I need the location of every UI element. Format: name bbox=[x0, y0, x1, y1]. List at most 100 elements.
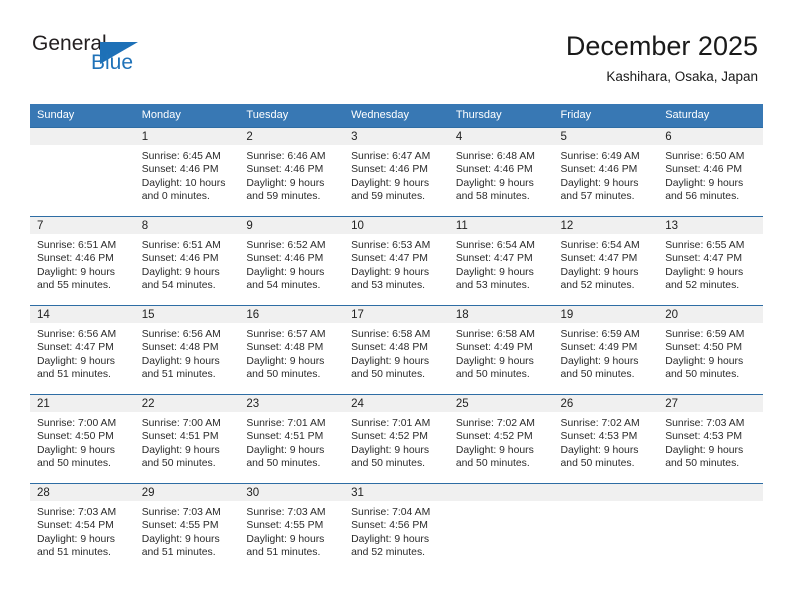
sunrise-text: Sunrise: 6:56 AM bbox=[141, 329, 221, 340]
sunrise-text: Sunrise: 7:04 AM bbox=[351, 507, 431, 518]
day-cell[interactable]: 31 Sunrise: 7:04 AM Sunset: 4:56 PM Dayligh… bbox=[344, 483, 449, 572]
day-number: 22 bbox=[141, 398, 155, 410]
daylight-text-line1: Daylight: 9 hours bbox=[351, 177, 430, 189]
day-cell[interactable]: 4 Sunrise: 6:48 AM Sunset: 4:46 PM Daylight… bbox=[448, 127, 554, 216]
daylight-text-line2: and 51 minutes. bbox=[37, 547, 111, 559]
daylight-text-line1: Daylight: 9 hours bbox=[665, 266, 744, 278]
day-sun-info: Sunrise: 6:51 AM Sunset: 4:46 PM Daylight:… bbox=[30, 234, 135, 293]
day-number: 8 bbox=[141, 220, 149, 232]
day-cell[interactable]: 16 Sunrise: 6:57 AM Sunset: 4:48 PM Dayligh… bbox=[239, 305, 345, 394]
sunrise-text: Sunrise: 6:58 AM bbox=[351, 329, 431, 340]
daylight-text-line1: Daylight: 9 hours bbox=[560, 266, 639, 278]
day-sun-info: Sunrise: 6:56 AM Sunset: 4:48 PM Daylight:… bbox=[135, 323, 240, 382]
sunset-text: Sunset: 4:53 PM bbox=[560, 431, 638, 443]
day-cell[interactable]: 8 Sunrise: 6:51 AM Sunset: 4:46 PM Daylight… bbox=[134, 216, 240, 305]
day-number: 6 bbox=[665, 131, 672, 143]
day-cell[interactable]: 18 Sunrise: 6:58 AM Sunset: 4:49 PM Dayligh… bbox=[448, 305, 554, 394]
sunset-text: Sunset: 4:50 PM bbox=[37, 431, 114, 443]
day-cell[interactable]: 28 Sunrise: 7:03 AM Sunset: 4:54 PM Dayligh… bbox=[30, 483, 135, 572]
calendar-day-cell: 4 Sunrise: 6:48 AM Sunset: 4:46 PM Daylight… bbox=[448, 127, 554, 216]
sunset-text: Sunset: 4:46 PM bbox=[351, 164, 428, 176]
day-number-band: 25 bbox=[448, 395, 554, 412]
daylight-text-line1: Daylight: 10 hours bbox=[141, 177, 226, 189]
day-cell[interactable]: 15 Sunrise: 6:56 AM Sunset: 4:48 PM Dayligh… bbox=[134, 305, 240, 394]
daylight-text-line1: Daylight: 9 hours bbox=[455, 177, 534, 189]
day-cell[interactable]: 20 Sunrise: 6:59 AM Sunset: 4:50 PM Dayligh… bbox=[658, 305, 763, 394]
day-number-band: 8 bbox=[134, 217, 240, 234]
day-cell[interactable]: 19 Sunrise: 6:59 AM Sunset: 4:49 PM Dayligh… bbox=[553, 305, 659, 394]
generalblue-logo[interactable]: General Blue bbox=[32, 32, 192, 80]
sunrise-text: Sunrise: 7:00 AM bbox=[37, 418, 117, 429]
day-cell[interactable]: 1 Sunrise: 6:45 AM Sunset: 4:46 PM Daylight… bbox=[134, 127, 240, 216]
day-number-band: 28 bbox=[30, 484, 135, 501]
day-cell[interactable]: 27 Sunrise: 7:03 AM Sunset: 4:53 PM Dayligh… bbox=[658, 394, 763, 483]
calendar-day-cell bbox=[658, 483, 763, 572]
logo-text-blue: Blue bbox=[91, 51, 134, 74]
day-number: 16 bbox=[246, 309, 260, 321]
daylight-text-line2: and 50 minutes. bbox=[455, 458, 530, 470]
day-cell[interactable]: 2 Sunrise: 6:46 AM Sunset: 4:46 PM Daylight… bbox=[239, 127, 345, 216]
day-sun-info: Sunrise: 6:54 AM Sunset: 4:47 PM Daylight:… bbox=[554, 234, 659, 293]
day-cell[interactable]: 30 Sunrise: 7:03 AM Sunset: 4:55 PM Dayligh… bbox=[239, 483, 345, 572]
day-number-band: 31 bbox=[344, 484, 449, 501]
day-cell[interactable]: 9 Sunrise: 6:52 AM Sunset: 4:46 PM Daylight… bbox=[239, 216, 345, 305]
day-cell-empty bbox=[448, 483, 554, 572]
day-cell[interactable]: 29 Sunrise: 7:03 AM Sunset: 4:55 PM Dayligh… bbox=[134, 483, 240, 572]
day-number bbox=[554, 484, 659, 486]
day-sun-info: Sunrise: 6:59 AM Sunset: 4:50 PM Daylight:… bbox=[658, 323, 763, 382]
day-number-band: 6 bbox=[658, 128, 763, 145]
day-number-band: 18 bbox=[448, 306, 554, 323]
daylight-text-line1: Daylight: 9 hours bbox=[246, 177, 325, 189]
sunset-text: Sunset: 4:56 PM bbox=[351, 520, 428, 532]
day-number: 1 bbox=[141, 131, 149, 143]
day-cell-empty bbox=[658, 483, 763, 572]
calendar-day-cell: 9 Sunrise: 6:52 AM Sunset: 4:46 PM Daylight… bbox=[239, 216, 345, 305]
day-cell[interactable]: 13 Sunrise: 6:55 AM Sunset: 4:47 PM Dayligh… bbox=[658, 216, 763, 305]
calendar-body: 1 Sunrise: 6:45 AM Sunset: 4:46 PM Daylight… bbox=[30, 127, 763, 572]
daylight-text-line2: and 50 minutes. bbox=[455, 369, 530, 381]
day-cell-empty bbox=[553, 483, 659, 572]
day-cell[interactable]: 22 Sunrise: 7:00 AM Sunset: 4:51 PM Dayligh… bbox=[134, 394, 240, 483]
day-cell[interactable]: 21 Sunrise: 7:00 AM Sunset: 4:50 PM Dayligh… bbox=[30, 394, 135, 483]
sunrise-text: Sunrise: 6:54 AM bbox=[560, 240, 640, 251]
day-cell[interactable]: 5 Sunrise: 6:49 AM Sunset: 4:46 PM Daylight… bbox=[553, 127, 659, 216]
day-cell[interactable]: 24 Sunrise: 7:01 AM Sunset: 4:52 PM Dayligh… bbox=[344, 394, 449, 483]
day-cell[interactable]: 3 Sunrise: 6:47 AM Sunset: 4:46 PM Daylight… bbox=[344, 127, 449, 216]
daylight-text-line1: Daylight: 9 hours bbox=[455, 444, 534, 456]
day-number-band: 1 bbox=[134, 128, 240, 145]
sunrise-text: Sunrise: 6:59 AM bbox=[560, 329, 640, 340]
sunset-text: Sunset: 4:52 PM bbox=[455, 431, 533, 443]
day-cell[interactable]: 17 Sunrise: 6:58 AM Sunset: 4:48 PM Dayligh… bbox=[344, 305, 449, 394]
day-cell[interactable]: 6 Sunrise: 6:50 AM Sunset: 4:46 PM Daylight… bbox=[658, 127, 763, 216]
daylight-text-line2: and 50 minutes. bbox=[560, 369, 635, 381]
day-cell[interactable]: 14 Sunrise: 6:56 AM Sunset: 4:47 PM Dayligh… bbox=[30, 305, 135, 394]
day-number-band: 12 bbox=[553, 217, 659, 234]
day-number-band bbox=[553, 484, 659, 501]
day-number: 5 bbox=[560, 131, 567, 143]
calendar-day-cell: 10 Sunrise: 6:53 AM Sunset: 4:47 PM Dayligh… bbox=[344, 216, 449, 305]
day-number-band: 11 bbox=[448, 217, 554, 234]
day-number-band: 3 bbox=[344, 128, 449, 145]
daylight-text-line1: Daylight: 9 hours bbox=[246, 444, 325, 456]
calendar-day-cell bbox=[553, 483, 659, 572]
day-sun-info: Sunrise: 6:45 AM Sunset: 4:46 PM Daylight:… bbox=[135, 145, 240, 204]
day-cell[interactable]: 7 Sunrise: 6:51 AM Sunset: 4:46 PM Daylight… bbox=[30, 216, 135, 305]
day-cell[interactable]: 11 Sunrise: 6:54 AM Sunset: 4:47 PM Dayligh… bbox=[448, 216, 554, 305]
daylight-text-line2: and 50 minutes. bbox=[665, 458, 740, 470]
sunset-text: Sunset: 4:46 PM bbox=[246, 253, 324, 265]
sunset-text: Sunset: 4:46 PM bbox=[141, 253, 219, 265]
day-cell[interactable]: 12 Sunrise: 6:54 AM Sunset: 4:47 PM Dayligh… bbox=[553, 216, 659, 305]
day-sun-info: Sunrise: 6:46 AM Sunset: 4:46 PM Daylight:… bbox=[239, 145, 344, 204]
day-sun-info: Sunrise: 6:58 AM Sunset: 4:48 PM Daylight:… bbox=[344, 323, 449, 382]
day-number-band: 15 bbox=[134, 306, 240, 323]
sunrise-text: Sunrise: 6:51 AM bbox=[37, 240, 117, 251]
day-cell[interactable]: 26 Sunrise: 7:02 AM Sunset: 4:53 PM Dayligh… bbox=[553, 394, 659, 483]
day-cell[interactable]: 25 Sunrise: 7:02 AM Sunset: 4:52 PM Dayligh… bbox=[448, 394, 554, 483]
calendar-day-cell: 30 Sunrise: 7:03 AM Sunset: 4:55 PM Dayligh… bbox=[239, 483, 345, 572]
calendar-day-cell: 8 Sunrise: 6:51 AM Sunset: 4:46 PM Daylight… bbox=[134, 216, 240, 305]
day-cell[interactable]: 10 Sunrise: 6:53 AM Sunset: 4:47 PM Dayligh… bbox=[344, 216, 449, 305]
calendar-day-cell: 12 Sunrise: 6:54 AM Sunset: 4:47 PM Dayligh… bbox=[553, 216, 659, 305]
sunset-text: Sunset: 4:47 PM bbox=[351, 253, 428, 265]
day-cell[interactable]: 23 Sunrise: 7:01 AM Sunset: 4:51 PM Dayligh… bbox=[239, 394, 345, 483]
sunset-text: Sunset: 4:46 PM bbox=[141, 164, 219, 176]
